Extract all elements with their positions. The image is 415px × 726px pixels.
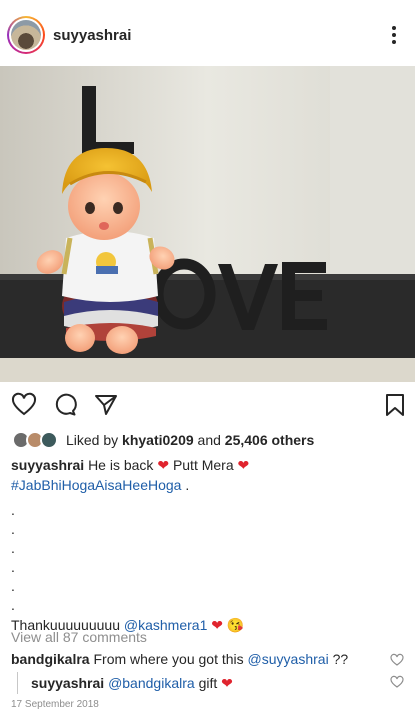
likes-row: Liked by khyati0209 and 25,406 others (12, 430, 314, 450)
mention-link[interactable]: @suyyashrai (248, 651, 329, 667)
avatar-image (11, 20, 41, 50)
comment-icon[interactable] (52, 392, 78, 418)
mention-link[interactable]: @bandgikalra (108, 675, 195, 691)
comment-username[interactable]: suyyashrai (31, 675, 104, 691)
heart-emoji: ❤ (237, 457, 250, 473)
more-icon[interactable] (388, 24, 400, 46)
likes-summary[interactable]: Liked by khyati0209 and 25,406 others (66, 432, 314, 448)
caption-username[interactable]: suyyashrai (11, 457, 84, 473)
post-date: 17 September 2018 (11, 699, 99, 710)
heart-emoji: ❤ (157, 457, 170, 473)
liker-avatar (40, 431, 58, 449)
likes-count[interactable]: 25,406 others (225, 432, 315, 448)
post-caption: suyyashrai He is back ❤ Putt Mera ❤ #Jab… (11, 457, 250, 633)
kiss-emoji: 😘 (226, 617, 245, 633)
liker-avatars[interactable] (12, 431, 60, 449)
comment-username[interactable]: bandgikalra (11, 651, 90, 667)
post-header: suyyashrai (0, 0, 415, 66)
view-all-comments-link[interactable]: View all 87 comments (11, 629, 147, 645)
liker-username[interactable]: khyati0209 (122, 432, 194, 448)
share-icon[interactable] (93, 392, 119, 418)
bookmark-icon[interactable] (382, 392, 408, 418)
avatar[interactable] (7, 16, 45, 54)
post-username[interactable]: suyyashrai (53, 27, 131, 44)
post-image[interactable] (0, 66, 415, 382)
hashtag-link[interactable]: #JabBhiHogaAisaHeeHoga (11, 477, 181, 493)
reply-comment: suyyashrai @bandgikalra gift ❤ (31, 675, 233, 691)
action-bar (0, 392, 415, 418)
heart-emoji: ❤ (211, 617, 223, 633)
reply-indent-line (17, 672, 18, 694)
post-photo (0, 66, 415, 382)
heart-icon[interactable] (11, 392, 37, 418)
comment-like-icon[interactable] (390, 675, 404, 689)
comment: bandgikalra From where you got this @suy… (11, 651, 349, 667)
heart-emoji: ❤ (221, 675, 233, 691)
comment-like-icon[interactable] (390, 653, 404, 667)
